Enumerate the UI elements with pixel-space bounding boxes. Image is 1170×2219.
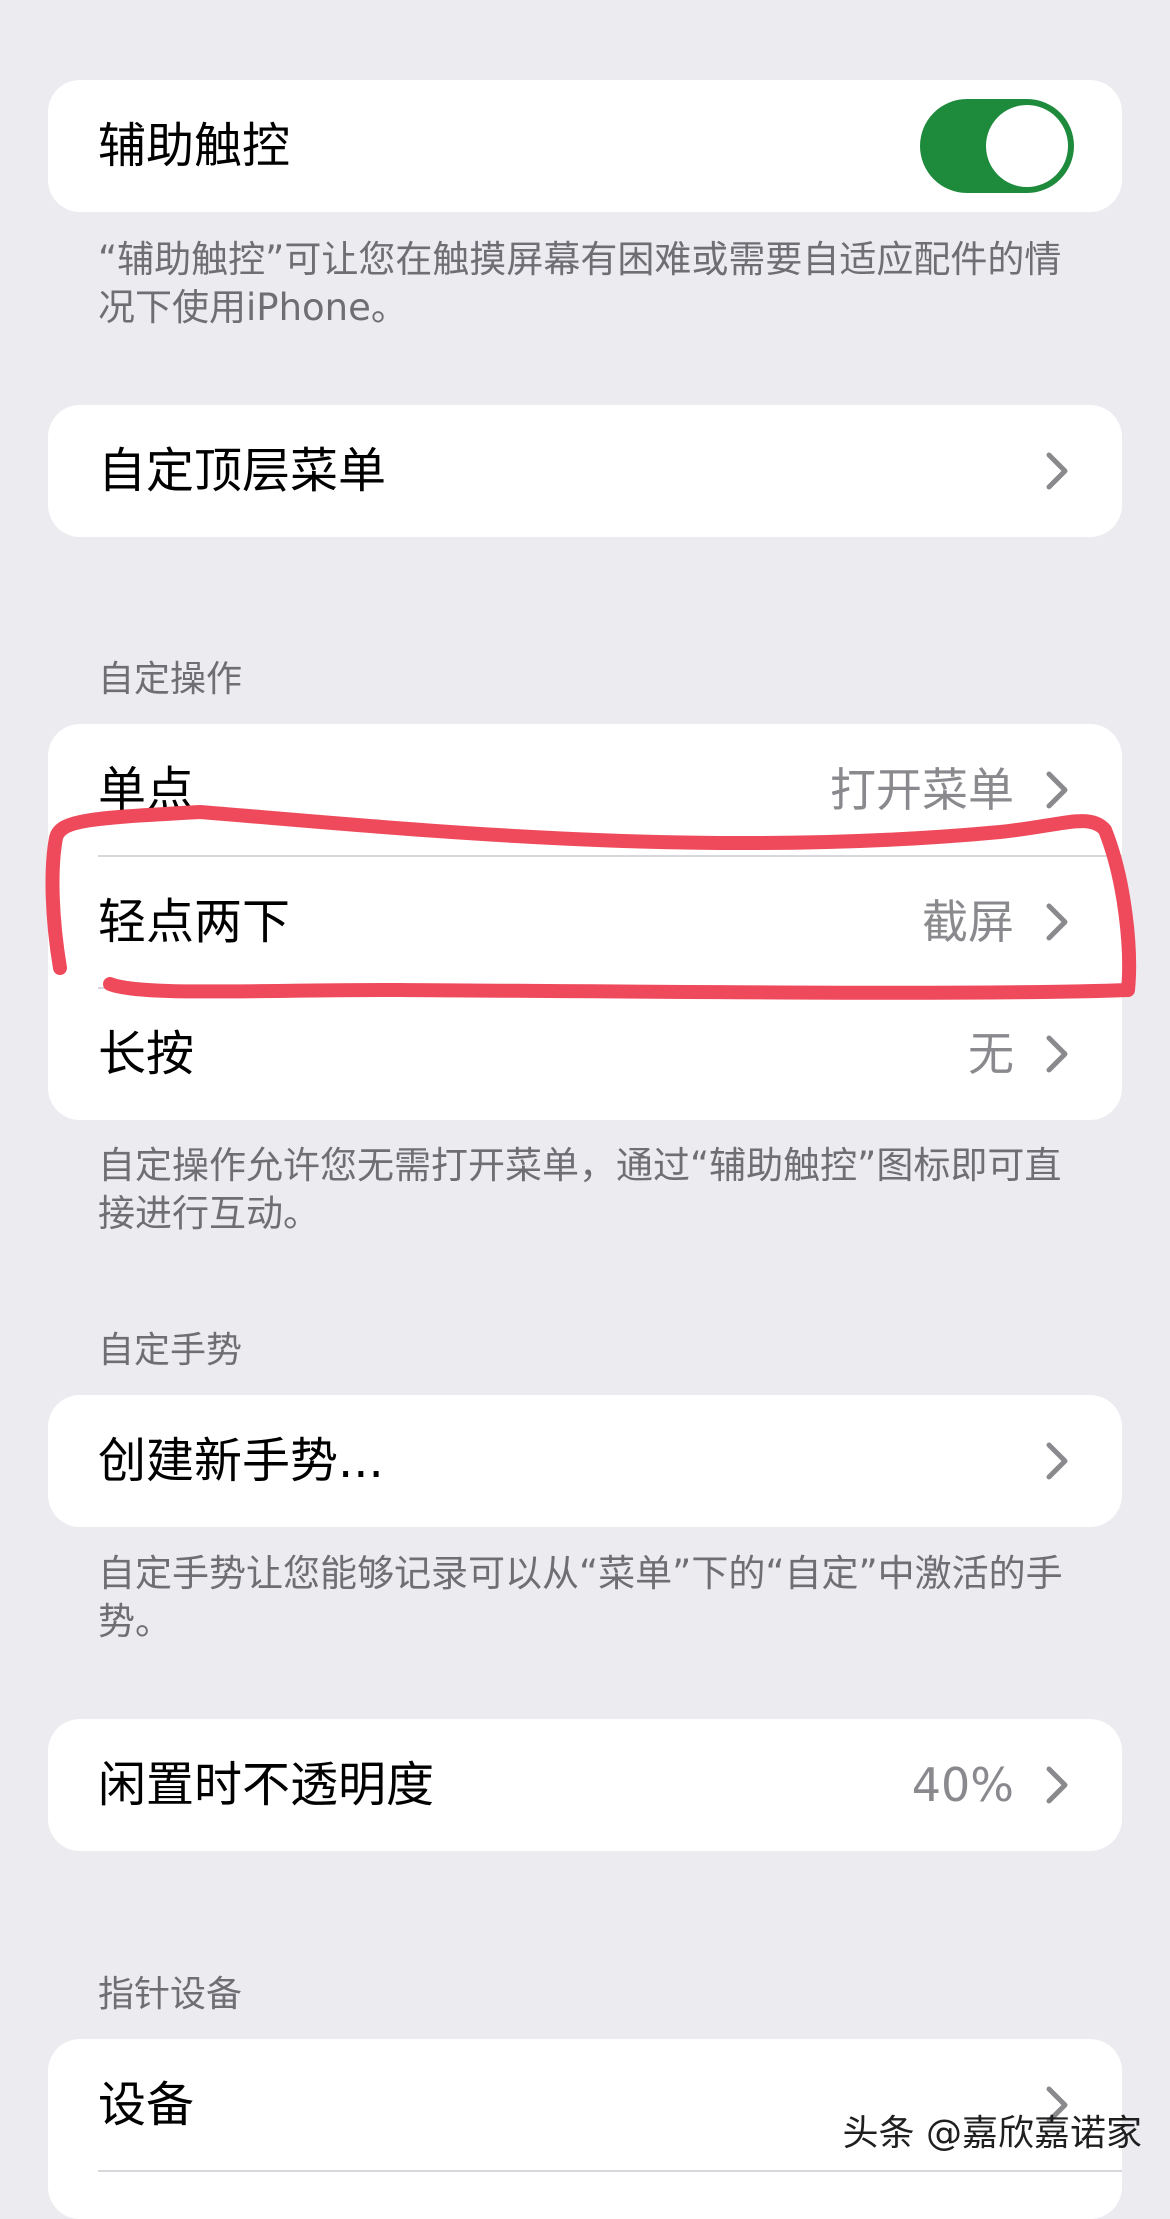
chevron-right-icon [1042,1033,1072,1075]
idle-opacity-label: 闲置时不透明度 [98,1757,435,1813]
custom-gestures-card: 创建新手势... [48,1395,1122,1527]
create-gesture-label: 创建新手势... [98,1433,384,1489]
custom-actions-header: 自定操作 [98,659,243,700]
devices-label: 设备 [98,2077,195,2133]
double-tap-label: 轻点两下 [98,894,291,950]
custom-actions-card: 单点 打开菜单 轻点两下 截屏 长按 无 [48,724,1122,1120]
top-menu-row[interactable]: 自定顶层菜单 [48,405,1122,537]
pointer-devices-header: 指针设备 [98,1974,243,2015]
assistive-touch-footer: “辅助触控”可让您在触摸屏幕有困难或需要自适应配件的情况下使用iPhone。 [98,238,1062,329]
assistive-touch-label: 辅助触控 [98,118,291,174]
assistive-touch-toggle[interactable] [920,99,1074,193]
chevron-right-icon [1042,450,1072,492]
idle-opacity-card: 闲置时不透明度 40% [48,1719,1122,1851]
single-tap-value: 打开菜单 [830,763,1014,817]
chevron-right-icon [1042,769,1072,811]
chevron-right-icon [1042,1440,1072,1482]
assistive-touch-row: 辅助触控 [48,80,1122,212]
custom-action-row-long-press[interactable]: 长按 无 [48,988,1122,1120]
top-menu-card: 自定顶层菜单 [48,405,1122,537]
toggle-knob [986,105,1068,187]
custom-gestures-header: 自定手势 [98,1330,243,1371]
custom-actions-footer: 自定操作允许您无需打开菜单，通过“辅助触控”图标即可直接进行互动。 [98,1144,1062,1235]
chevron-right-icon [1042,1764,1072,1806]
custom-action-row-single-tap[interactable]: 单点 打开菜单 [48,724,1122,856]
long-press-value: 无 [968,1027,1014,1081]
assistive-touch-card: 辅助触控 [48,80,1122,212]
long-press-label: 长按 [98,1026,195,1082]
custom-action-row-double-tap[interactable]: 轻点两下 截屏 [48,856,1122,988]
row-divider [98,2170,1122,2172]
chevron-right-icon [1042,901,1072,943]
single-tap-label: 单点 [98,762,195,818]
idle-opacity-row[interactable]: 闲置时不透明度 40% [48,1719,1122,1851]
custom-gestures-footer: 自定手势让您能够记录可以从“菜单”下的“自定”中激活的手势。 [98,1552,1063,1643]
top-menu-label: 自定顶层菜单 [98,443,387,499]
create-gesture-row[interactable]: 创建新手势... [48,1395,1122,1527]
watermark: 头条 @嘉欣嘉诺家 [842,2113,1142,2154]
idle-opacity-value: 40% [911,1758,1014,1812]
double-tap-value: 截屏 [922,895,1014,949]
